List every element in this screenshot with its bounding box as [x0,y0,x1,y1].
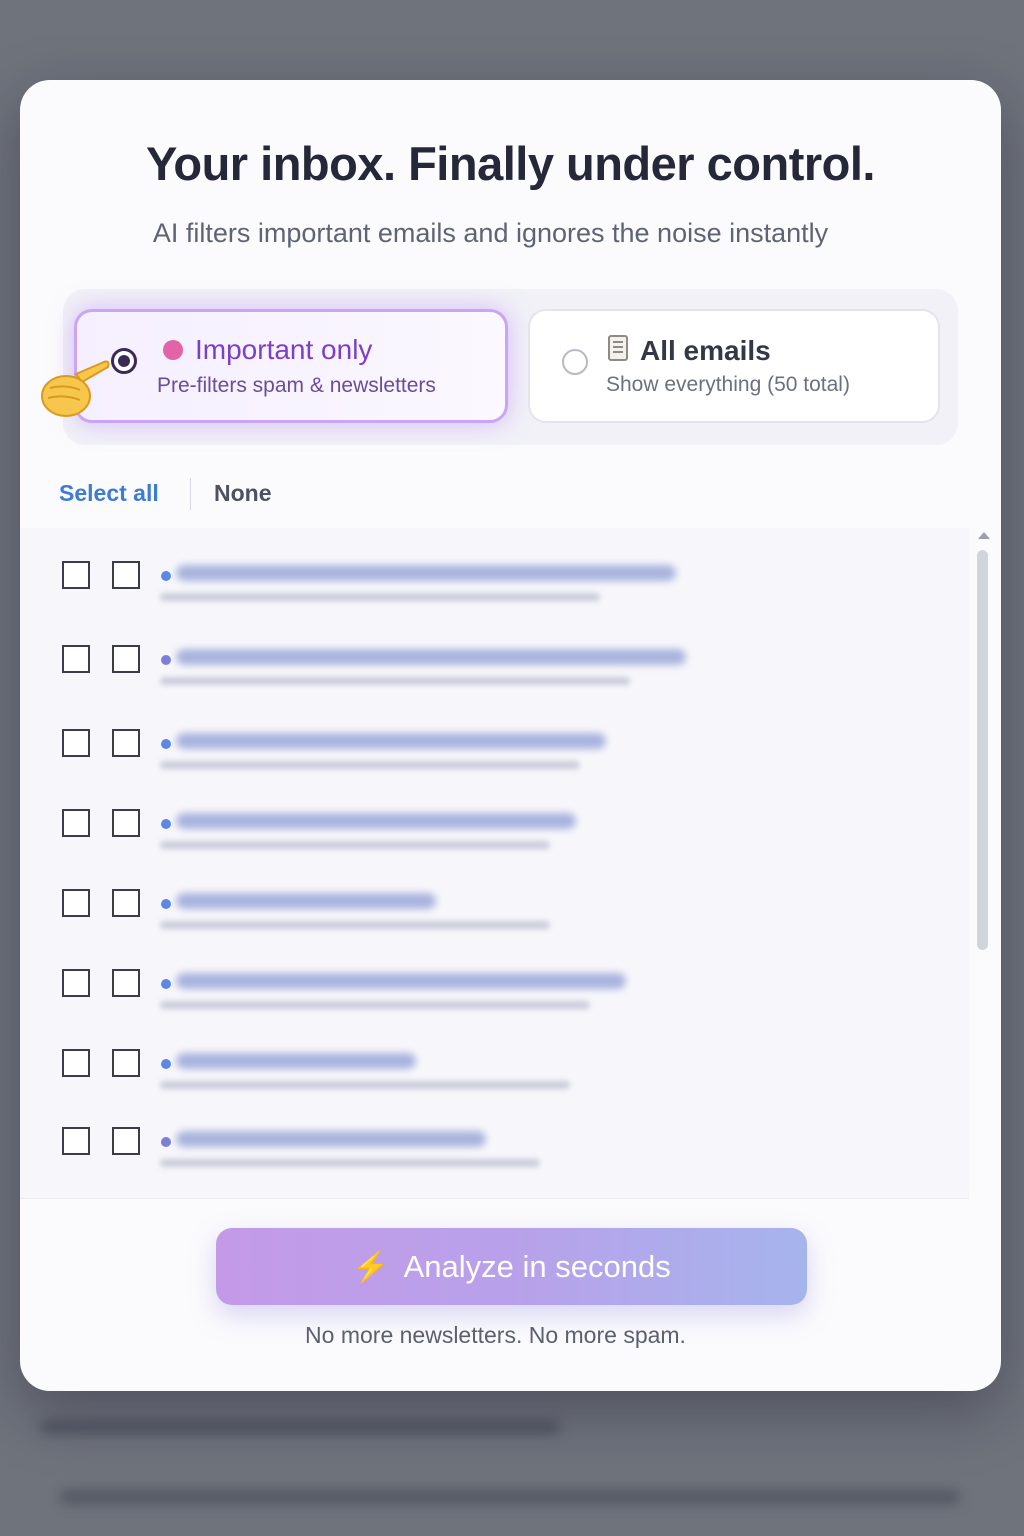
email-preview-blurred [160,677,630,685]
email-subject-blurred [176,1131,486,1147]
email-preview-blurred [160,761,580,769]
backdrop-text-line [60,1490,960,1504]
unread-dot-icon [161,739,171,749]
onboarding-modal: Your inbox. Finally under control. AI fi… [20,80,1001,1391]
pink-dot-icon [163,340,183,360]
row-checkbox[interactable] [62,969,90,997]
backdrop-text-line [40,1420,560,1434]
selection-divider [190,478,191,510]
email-row[interactable] [20,969,969,1033]
email-subject-blurred [176,733,606,749]
row-checkbox[interactable] [62,1049,90,1077]
list-scrollbar[interactable] [975,528,993,1198]
email-preview-blurred [160,921,550,929]
option-important-only[interactable]: Important only Pre-filters spam & newsle… [74,309,508,423]
email-preview-blurred [160,1001,590,1009]
row-checkbox[interactable] [62,561,90,589]
scroll-thumb[interactable] [977,550,988,950]
pointing-hand-icon [41,360,110,417]
row-checkbox[interactable] [62,729,90,757]
unread-dot-icon [161,899,171,909]
row-checkbox-secondary[interactable] [112,729,140,757]
email-subject-blurred [176,565,676,581]
email-subject-blurred [176,973,626,989]
analyze-button-label: Analyze in seconds [403,1248,671,1284]
unread-dot-icon [161,1137,171,1147]
row-checkbox-secondary[interactable] [112,889,140,917]
row-checkbox-secondary[interactable] [112,809,140,837]
email-preview-blurred [160,593,600,601]
radio-selected-icon[interactable] [111,348,137,374]
row-checkbox[interactable] [62,809,90,837]
email-row[interactable] [20,1049,969,1113]
radio-unselected-icon[interactable] [562,349,588,375]
row-checkbox-secondary[interactable] [112,561,140,589]
email-row[interactable] [20,561,969,625]
lightning-bolt-icon: ⚡ [352,1250,390,1284]
modal-subtitle: AI filters important emails and ignores … [152,218,829,248]
email-row[interactable] [20,729,969,793]
analyze-button[interactable]: ⚡ Analyze in seconds [216,1228,807,1305]
email-row[interactable] [20,889,969,953]
email-preview-blurred [160,1081,570,1089]
row-checkbox[interactable] [62,1127,90,1155]
footer-divider [20,1198,969,1199]
email-subject-blurred [176,813,576,829]
email-preview-blurred [160,1159,540,1167]
option-description: Pre-filters spam & newsletters [157,374,436,397]
row-checkbox-secondary[interactable] [112,645,140,673]
filter-options-group: Important only Pre-filters spam & newsle… [63,289,958,445]
row-checkbox-secondary[interactable] [112,1049,140,1077]
email-subject-blurred [176,893,436,909]
memo-icon [608,335,628,361]
row-checkbox-secondary[interactable] [112,969,140,997]
row-checkbox-secondary[interactable] [112,1127,140,1155]
email-list [20,528,969,1198]
email-subject-blurred [176,1053,416,1069]
email-row[interactable] [20,1127,969,1191]
scroll-up-arrow-icon[interactable] [978,532,990,539]
row-checkbox[interactable] [62,645,90,673]
unread-dot-icon [161,655,171,665]
email-preview-blurred [160,841,550,849]
email-row[interactable] [20,645,969,709]
footer-tagline: No more newsletters. No more spam. [305,1322,686,1348]
email-row[interactable] [20,809,969,873]
unread-dot-icon [161,1059,171,1069]
option-title: Important only [195,334,373,365]
unread-dot-icon [161,571,171,581]
modal-title: Your inbox. Finally under control. [146,137,875,190]
option-description: Show everything (50 total) [606,373,850,396]
option-all-emails[interactable]: All emails Show everything (50 total) [528,309,940,423]
unread-dot-icon [161,819,171,829]
select-all-link[interactable]: Select all [59,480,159,507]
unread-dot-icon [161,979,171,989]
row-checkbox[interactable] [62,889,90,917]
email-subject-blurred [176,649,686,665]
select-none-link[interactable]: None [214,480,272,507]
option-title: All emails [640,335,771,366]
